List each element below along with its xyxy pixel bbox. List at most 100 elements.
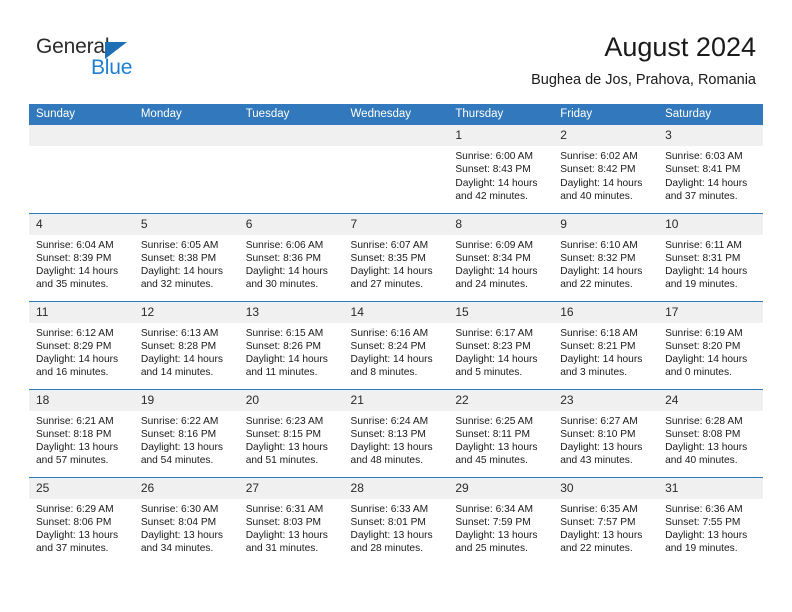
daylight-duration-line1: Daylight: 14 hours [140,266,223,278]
daylight-duration-line1: Daylight: 14 hours [665,266,748,278]
daylight-duration-line2: and 37 minutes. [665,190,738,202]
calendar-table: Sunday Monday Tuesday Wednesday Thursday… [29,104,763,565]
day-number: 17 [658,301,763,323]
day-details: Sunrise: 6:17 AM Sunset: 8:23 PM Daylight:… [448,323,553,380]
calendar-day-cell[interactable]: 13 Sunrise: 6:15 AM Sunset: 8:26 PM Dayligh… [238,300,344,389]
calendar-day-cell[interactable]: 1 Sunrise: 6:00 AM Sunset: 8:43 PM Daylight… [448,125,554,213]
calendar-day-cell[interactable]: 30 Sunrise: 6:35 AM Sunset: 7:57 PM Dayligh… [553,476,659,565]
calendar-day-cell[interactable]: 29 Sunrise: 6:34 AM Sunset: 7:59 PM Dayligh… [448,476,554,565]
calendar-day-cell[interactable]: 6 Sunrise: 6:06 AM Sunset: 8:36 PM Daylight… [238,212,344,301]
daylight-duration-line1: Daylight: 13 hours [560,442,643,454]
logo-text-general: General [36,35,110,58]
sunset-time: Sunset: 8:43 PM [455,164,531,176]
calendar-day-cell[interactable]: 31 Sunrise: 6:36 AM Sunset: 7:55 PM Dayligh… [658,476,763,565]
day-number: 1 [448,125,554,146]
calendar-day-cell[interactable]: 24 Sunrise: 6:28 AM Sunset: 8:08 PM Dayligh… [658,388,763,477]
calendar-day-cell[interactable]: 2 Sunrise: 6:02 AM Sunset: 8:42 PM Daylight… [553,125,659,213]
sunset-time: Sunset: 8:16 PM [140,428,217,440]
sunset-time: Sunset: 8:15 PM [245,428,322,440]
day-number [29,125,134,146]
sunset-time: Sunset: 8:13 PM [350,428,426,440]
sunrise-time: Sunrise: 6:05 AM [140,239,219,251]
daylight-duration-line2: and 32 minutes. [140,279,214,291]
calendar-day-cell[interactable]: 28 Sunrise: 6:33 AM Sunset: 8:01 PM Dayligh… [343,476,449,565]
sunset-time: Sunset: 8:04 PM [140,516,217,528]
sunrise-time: Sunrise: 6:34 AM [455,503,533,515]
page-title: August 2024 [604,32,756,62]
sunrise-time: Sunrise: 6:00 AM [455,151,533,162]
day-number: 15 [448,301,554,323]
day-details: Sunrise: 6:30 AM Sunset: 8:04 PM Daylight:… [134,499,239,556]
calendar-day-cell[interactable]: 15 Sunrise: 6:17 AM Sunset: 8:23 PM Dayligh… [448,300,554,389]
calendar-day-cell[interactable]: 17 Sunrise: 6:19 AM Sunset: 8:20 PM Dayligh… [658,300,763,389]
daylight-duration-line2: and 40 minutes. [665,455,738,467]
calendar-day-cell[interactable]: 9 Sunrise: 6:10 AM Sunset: 8:32 PM Daylight… [553,212,659,301]
calendar-day-cell[interactable]: 10 Sunrise: 6:11 AM Sunset: 8:31 PM Dayligh… [658,212,763,301]
day-number: 6 [238,213,344,235]
calendar-day-cell[interactable]: 7 Sunrise: 6:07 AM Sunset: 8:35 PM Daylight… [343,212,449,301]
calendar-day-cell[interactable]: 18 Sunrise: 6:21 AM Sunset: 8:18 PM Dayligh… [29,388,134,477]
sunrise-time: Sunrise: 6:33 AM [350,503,429,515]
calendar-day-cell[interactable]: 4 Sunrise: 6:04 AM Sunset: 8:39 PM Daylight… [29,212,134,301]
calendar-day-cell[interactable]: 16 Sunrise: 6:18 AM Sunset: 8:21 PM Dayligh… [553,300,659,389]
day-details: Sunrise: 6:31 AM Sunset: 8:03 PM Daylight:… [239,499,344,556]
day-details: Sunrise: 6:03 AM Sunset: 8:41 PM Daylight:… [658,146,763,203]
day-details: Sunrise: 6:11 AM Sunset: 8:31 PM Daylight:… [658,235,763,292]
day-number: 7 [343,213,449,235]
calendar-day-cell[interactable]: 8 Sunrise: 6:09 AM Sunset: 8:34 PM Daylight… [448,212,554,301]
daylight-duration-line2: and 51 minutes. [245,455,319,467]
day-details: Sunrise: 6:34 AM Sunset: 7:59 PM Daylight:… [448,499,553,556]
day-details: Sunrise: 6:25 AM Sunset: 8:11 PM Daylight:… [448,411,553,468]
calendar-day-cell[interactable]: 26 Sunrise: 6:30 AM Sunset: 8:04 PM Dayligh… [133,476,239,565]
day-number: 31 [658,477,763,499]
day-details: Sunrise: 6:27 AM Sunset: 8:10 PM Daylight:… [553,411,658,468]
day-details: Sunrise: 6:10 AM Sunset: 8:32 PM Daylight:… [553,235,658,292]
sunrise-time: Sunrise: 6:04 AM [36,239,114,251]
sunset-time: Sunset: 8:36 PM [245,252,322,264]
sunrise-time: Sunrise: 6:16 AM [350,327,429,339]
daylight-duration-line1: Daylight: 14 hours [245,266,328,278]
daylight-duration-line1: Daylight: 14 hours [455,177,538,189]
sunset-time: Sunset: 8:29 PM [36,340,112,352]
daylight-duration-line2: and 31 minutes. [245,543,319,555]
calendar-day-cell[interactable]: 22 Sunrise: 6:25 AM Sunset: 8:11 PM Dayligh… [448,388,554,477]
day-details: Sunrise: 6:05 AM Sunset: 8:38 PM Daylight:… [134,235,239,292]
calendar-day-cell[interactable]: 12 Sunrise: 6:13 AM Sunset: 8:28 PM Dayligh… [133,300,239,389]
day-number: 22 [448,389,554,411]
sunset-time: Sunset: 7:59 PM [455,516,531,528]
calendar-day-cell[interactable]: 20 Sunrise: 6:23 AM Sunset: 8:15 PM Dayligh… [238,388,344,477]
daylight-duration-line2: and 40 minutes. [560,190,633,202]
calendar-day-cell[interactable]: 11 Sunrise: 6:12 AM Sunset: 8:29 PM Dayligh… [29,300,134,389]
day-number: 20 [238,389,344,411]
sunrise-time: Sunrise: 6:35 AM [560,503,638,515]
calendar-day-cell[interactable]: 14 Sunrise: 6:16 AM Sunset: 8:24 PM Dayligh… [343,300,449,389]
sunrise-time: Sunrise: 6:15 AM [245,327,324,339]
daylight-duration-line1: Daylight: 13 hours [140,442,223,454]
day-number: 13 [238,301,344,323]
daylight-duration-line2: and 34 minutes. [140,543,214,555]
day-number: 25 [29,477,134,499]
day-details: Sunrise: 6:18 AM Sunset: 8:21 PM Daylight:… [553,323,658,380]
calendar-day-cell-empty [133,125,239,213]
sunset-time: Sunset: 8:11 PM [455,428,530,440]
day-number: 10 [658,213,763,235]
calendar-day-cell[interactable]: 19 Sunrise: 6:22 AM Sunset: 8:16 PM Dayligh… [133,388,239,477]
day-details: Sunrise: 6:35 AM Sunset: 7:57 PM Daylight:… [553,499,658,556]
calendar-page: General Blue August 2024 Bughea de Jos, … [0,0,792,612]
day-number: 12 [133,301,239,323]
daylight-duration-line1: Daylight: 13 hours [560,530,643,542]
daylight-duration-line1: Daylight: 13 hours [245,530,328,542]
sunset-time: Sunset: 8:24 PM [350,340,426,352]
calendar-day-cell[interactable]: 27 Sunrise: 6:31 AM Sunset: 8:03 PM Dayligh… [238,476,344,565]
daylight-duration-line2: and 24 minutes. [455,279,528,291]
calendar-day-cell[interactable]: 3 Sunrise: 6:03 AM Sunset: 8:41 PM Daylight… [658,125,763,213]
daylight-duration-line2: and 27 minutes. [350,279,424,291]
calendar-day-cell[interactable]: 21 Sunrise: 6:24 AM Sunset: 8:13 PM Dayligh… [343,388,449,477]
daylight-duration-line1: Daylight: 14 hours [36,354,119,366]
calendar-day-cell[interactable]: 25 Sunrise: 6:29 AM Sunset: 8:06 PM Dayligh… [29,476,134,565]
calendar-day-cell[interactable]: 5 Sunrise: 6:05 AM Sunset: 8:38 PM Daylight… [133,212,239,301]
daylight-duration-line2: and 0 minutes. [665,367,732,379]
column-header-saturday: Saturday [658,104,763,125]
daylight-duration-line2: and 5 minutes. [455,367,523,379]
calendar-day-cell[interactable]: 23 Sunrise: 6:27 AM Sunset: 8:10 PM Dayligh… [553,388,659,477]
